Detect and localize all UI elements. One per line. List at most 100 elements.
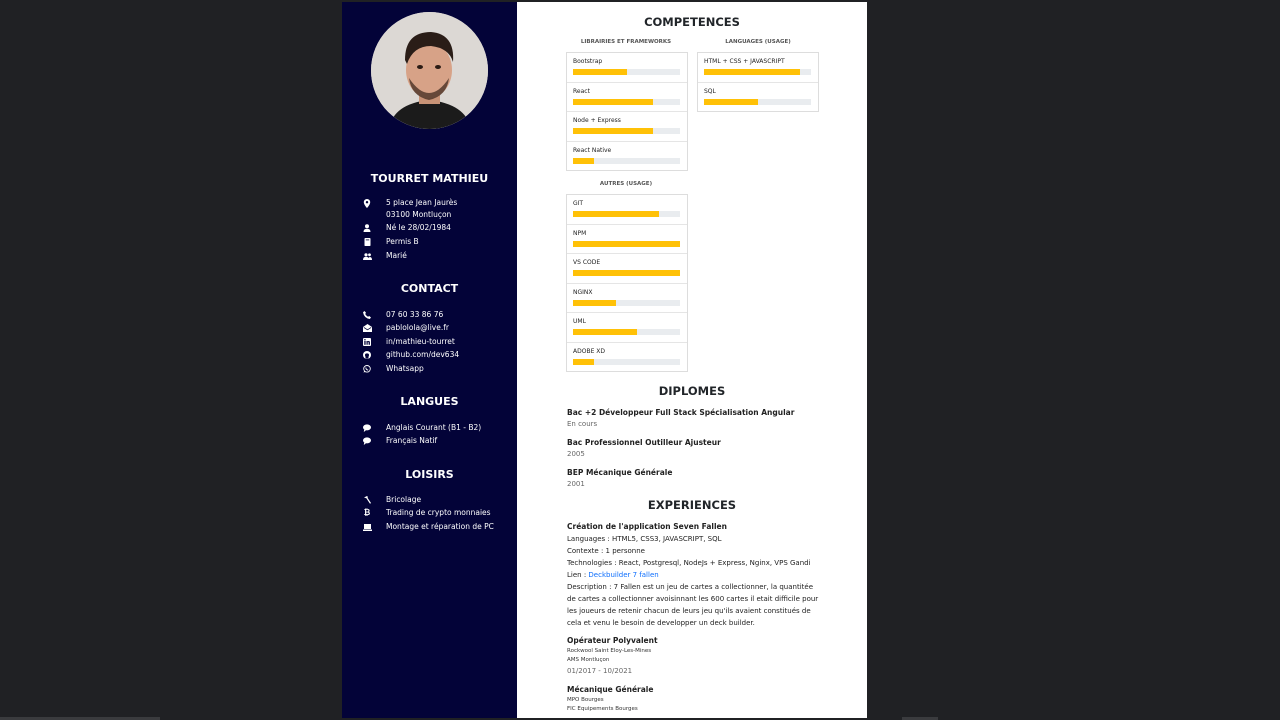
- langue-french: Français Natif: [386, 436, 438, 445]
- mail-icon: [362, 323, 372, 333]
- skill-name: GIT: [573, 200, 584, 207]
- github-handle: github.com/dev634: [386, 350, 460, 359]
- hammer-icon: [362, 495, 372, 505]
- license-row: Permis B: [362, 236, 419, 248]
- skill-name: ADOBE XD: [573, 347, 605, 355]
- skill-bar: [573, 270, 680, 276]
- address-line-2: 03100 Montluçon: [386, 210, 452, 219]
- skill-bar-fill: [573, 358, 595, 365]
- marital-row: Marié: [362, 250, 407, 262]
- github-icon: [362, 350, 372, 360]
- birth-row: Né le 28/02/1984: [362, 222, 451, 234]
- loisirs-title: LOISIRS: [405, 468, 454, 481]
- birth-date: Né le 28/02/1984: [386, 223, 451, 232]
- experience-title: Création de l'application Seven Fallen: [567, 522, 727, 531]
- experience-technologies: Technologies : React, Postgresql, NodeJs…: [567, 559, 811, 567]
- license-text: Permis B: [386, 237, 419, 246]
- profile-photo: [371, 12, 488, 129]
- experience-title: Mécanique Générale: [567, 685, 654, 694]
- whatsapp-label: Whatsapp: [386, 364, 424, 373]
- skill-bar-fill: [573, 270, 680, 276]
- main-content: COMPETENCES LIBRAIRIES ET FRAMEWORKS Boo…: [517, 2, 867, 718]
- skill-bar-fill: [573, 98, 654, 105]
- contact-github[interactable]: github.com/dev634: [362, 349, 459, 361]
- skill-row: NPM: [567, 225, 687, 254]
- skill-name: React: [573, 87, 590, 95]
- loisir-crypto: Trading de crypto monnaies: [386, 508, 491, 517]
- linkedin-icon: [362, 337, 372, 347]
- experience-desc-line: de cartes a collectionner avoisinnant le…: [567, 595, 819, 603]
- experience-agency: AMS Montluçon: [567, 657, 610, 663]
- loisir-bricolage: Bricolage: [386, 495, 422, 504]
- skill-bar: [573, 211, 680, 217]
- contact-linkedin[interactable]: in/mathieu-tourret: [362, 336, 455, 348]
- loisir-item: Montage et réparation de PC: [362, 521, 494, 533]
- langue-item: Anglais Courant (B1 - B2): [362, 422, 481, 434]
- cv-page: TOURRET MATHIEU 5 place Jean Jaurès 0310…: [342, 2, 867, 718]
- experience-link-row: Lien : Deckbuilder 7 fallen: [567, 569, 659, 581]
- skill-bar: [573, 157, 680, 164]
- experience-languages: Languages : HTML5, CSS3, JAVASCRIPT, SQL: [567, 535, 722, 543]
- experience-title: Opérateur Polyvalent: [567, 636, 658, 645]
- diplome-title: Bac Professionnel Outilleur Ajusteur: [567, 438, 721, 447]
- deckbuilder-link[interactable]: Deckbuilder 7 fallen: [588, 571, 658, 579]
- contact-phone[interactable]: 07 60 33 86 76: [362, 309, 443, 321]
- skill-name: Node + Express: [573, 117, 621, 124]
- skills-box-frameworks: Bootstrap React Node + Express React Nat…: [566, 52, 688, 171]
- bitcoin-icon: ₿: [363, 508, 371, 517]
- speech-bubble-icon: [362, 423, 372, 433]
- phone-number: 07 60 33 86 76: [386, 310, 444, 319]
- profile-name: TOURRET MATHIEU: [370, 172, 489, 185]
- skill-row: ADOBE XD: [567, 343, 687, 372]
- skill-name: React Native: [573, 146, 612, 154]
- contact-email[interactable]: pablolola@live.fr: [362, 322, 449, 334]
- langue-item: Français Natif: [362, 435, 437, 447]
- experience-company: Rockwool Saint Eloy-Les-Mines: [567, 648, 652, 654]
- diplome-title: Bac +2 Développeur Full Stack Spécialisa…: [567, 408, 795, 417]
- skill-row: React: [567, 83, 687, 112]
- skills-box-languages: HTML + CSS + JAVASCRIPT SQL: [697, 52, 819, 112]
- loisir-item: Bricolage: [362, 494, 421, 506]
- skill-bar-fill: [573, 240, 680, 247]
- diplome-year: 2005: [567, 450, 585, 458]
- loisir-item: ₿ Trading de crypto monnaies: [362, 507, 491, 519]
- skill-bar: [573, 69, 680, 75]
- group-title-languages: LANGUAGES (USAGE): [725, 39, 791, 45]
- diplome-year: 2001: [567, 480, 585, 488]
- experience-desc-line: cela et venu le besoin de developper un …: [567, 619, 755, 627]
- skill-bar: [573, 299, 680, 306]
- diplomes-title: DIPLOMES: [658, 384, 726, 398]
- address-row: 5 place Jean Jaurès 03100 Montluçon: [362, 197, 457, 221]
- skill-bar-fill: [573, 299, 616, 306]
- diplome-status: En cours: [567, 420, 598, 428]
- langue-english: Anglais Courant (B1 - B2): [386, 423, 482, 432]
- skill-bar: [573, 240, 680, 247]
- skill-bar: [704, 69, 811, 75]
- phone-icon: [362, 310, 372, 320]
- skill-row: SQL: [698, 83, 818, 112]
- skill-row: React Native: [567, 142, 687, 171]
- skill-bar-fill: [573, 157, 595, 164]
- skill-name: VS CODE: [573, 259, 601, 266]
- skill-name: HTML + CSS + JAVASCRIPT: [704, 58, 785, 65]
- person-icon: [362, 223, 372, 233]
- experience-context: Contexte : 1 personne: [567, 547, 645, 555]
- skill-row: NGINX: [567, 284, 687, 313]
- competences-title: COMPETENCES: [644, 15, 740, 29]
- skill-bar: [573, 98, 680, 105]
- speech-bubble-icon: [362, 436, 372, 446]
- skill-row: Node + Express: [567, 112, 687, 142]
- loisir-pc: Montage et réparation de PC: [386, 522, 494, 531]
- contact-whatsapp[interactable]: Whatsapp: [362, 363, 424, 375]
- skill-bar-fill: [573, 69, 627, 75]
- experience-desc-line: les joueurs de retenir chacun de leurs j…: [567, 607, 811, 615]
- skill-bar-fill: [573, 329, 638, 335]
- laptop-icon: [362, 522, 372, 532]
- address-line-1: 5 place Jean Jaurès: [386, 198, 458, 207]
- skill-row: GIT: [567, 195, 687, 225]
- group-title-autres: AUTRES (USAGE): [599, 181, 653, 187]
- email-address: pablolola@live.fr: [386, 323, 449, 332]
- experience-company: MPO Bourges: [567, 697, 604, 703]
- skill-bar: [573, 358, 680, 365]
- skill-bar: [573, 128, 680, 134]
